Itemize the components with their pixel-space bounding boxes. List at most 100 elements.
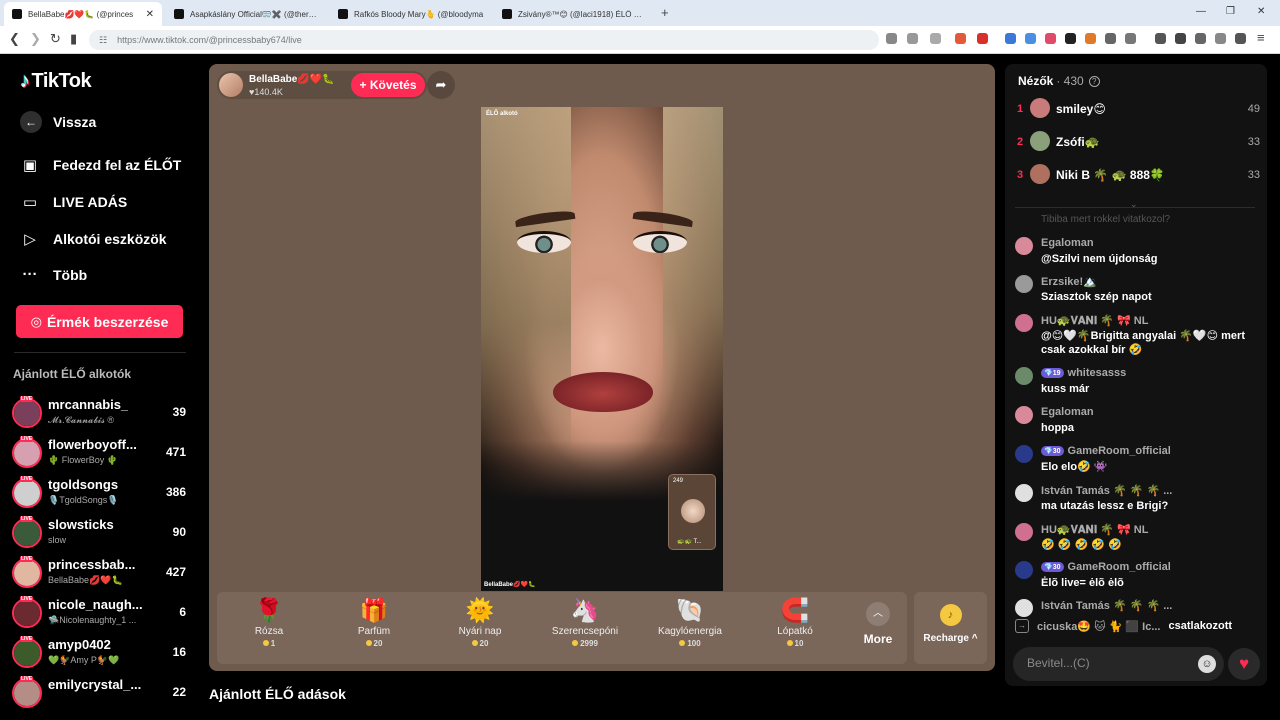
avatar[interactable] xyxy=(1015,484,1033,502)
avatar[interactable] xyxy=(1015,406,1033,424)
avatar[interactable] xyxy=(1015,445,1033,463)
back-icon[interactable]: ❮ xyxy=(9,31,20,47)
extension-icon[interactable] xyxy=(1025,33,1036,44)
emoji-icon[interactable]: ☺ xyxy=(1198,655,1216,673)
rewards-icon[interactable] xyxy=(977,33,988,44)
chat-input[interactable] xyxy=(1027,656,1187,670)
gift-item-shell-energy[interactable]: 🐚 Kagylóenergia 100 xyxy=(645,596,735,660)
maximize-icon[interactable]: ❐ xyxy=(1226,6,1235,17)
viewers-header: Nézők · 430 ? xyxy=(1018,74,1100,88)
follow-button[interactable]: + Követés xyxy=(351,73,425,97)
extension-icon[interactable] xyxy=(1195,33,1206,44)
chat-username[interactable]: HU🐢𝐕𝐀𝐍𝐈 🌴 🎀 NL xyxy=(1041,523,1148,537)
chat-username[interactable]: Egaloman xyxy=(1041,237,1094,249)
creator-item[interactable]: LIVE nicole_naugh... 🛸Nicolenaughty_1 ..… xyxy=(12,596,188,632)
chat-username[interactable]: 💎30 GameRoom_official xyxy=(1041,445,1171,457)
chat-text: @Szilvi nem újdonság xyxy=(1041,253,1158,265)
forward-icon[interactable]: ❯ xyxy=(30,31,41,47)
live-badge: LIVE xyxy=(20,636,34,642)
extension-icon[interactable] xyxy=(1085,33,1096,44)
creator-item[interactable]: LIVE mrcannabis_ 𝓜𝓻.𝓒𝓪𝓷𝓷𝓪𝓫𝓲𝓼 ® 39 xyxy=(12,396,188,432)
avatar[interactable] xyxy=(1015,275,1033,293)
nav-more[interactable]: ··· Több xyxy=(20,266,88,283)
heart-icon[interactable]: ♥ xyxy=(1228,648,1260,680)
chat-username[interactable]: Erzsike!🏔️ xyxy=(1041,275,1097,288)
browser-tab-active[interactable]: BellaBabe💋❤️🐛 (@princes ✕ xyxy=(4,2,162,26)
gift-item-summer-sun[interactable]: 🌞 Nyári nap 20 xyxy=(435,596,525,660)
chat-text: Ėlõ live= ėlõ ėlõ xyxy=(1041,577,1124,589)
extension-icon[interactable] xyxy=(1065,33,1076,44)
top-viewer-row[interactable]: 2 Zsófi🐢 33 xyxy=(1015,130,1260,156)
close-tab-icon[interactable]: ✕ xyxy=(146,9,154,20)
extension-icon[interactable] xyxy=(1105,33,1116,44)
join-notification: → cicuska🤩 🐱 🐈 ⬛ Ic... csatlakozott xyxy=(1015,619,1260,633)
help-icon[interactable]: ? xyxy=(1088,75,1100,87)
avatar[interactable] xyxy=(1015,314,1033,332)
chat-username[interactable]: István Tamás 🌴 🌴 🌴 ... xyxy=(1041,599,1172,612)
browser-tab[interactable]: Asapkáslány Official🥽✖️ (@theresa xyxy=(166,2,328,26)
translate-icon[interactable] xyxy=(1005,33,1016,44)
sidebar-toggle-icon[interactable] xyxy=(1175,33,1186,44)
close-window-icon[interactable]: ✕ xyxy=(1257,6,1265,17)
extension-icon[interactable] xyxy=(1045,33,1056,44)
gifter-badge: 💎30 xyxy=(1041,562,1064,572)
gift-item-perfume[interactable]: 🎁 Parfüm 20 xyxy=(329,596,419,660)
top-viewer-row[interactable]: 3 Niki B 🌴 🐢 888🍀 33 xyxy=(1015,163,1260,189)
share-icon[interactable]: ➦ xyxy=(427,71,455,99)
avatar[interactable] xyxy=(1015,237,1033,255)
gift-item-rose[interactable]: 🌹 Rózsa 1 xyxy=(224,596,314,660)
creator-item[interactable]: LIVE amyp0402 💚🐓Amy P🐓💚 16 xyxy=(12,636,188,672)
top-viewer-row[interactable]: 1 smiley😊 49 xyxy=(1015,97,1260,123)
tiktok-logo[interactable]: ♪ TikTok xyxy=(20,70,92,93)
avatar[interactable] xyxy=(1015,599,1033,617)
host-avatar[interactable] xyxy=(219,73,243,97)
more-gifts-button[interactable]: ︿ More xyxy=(855,598,901,646)
browser-tab[interactable]: Zsivány®™😊 (@laci1918) ÉLŐ adás xyxy=(494,2,654,26)
nav-explore-live[interactable]: ▣ Fedezd fel az ÉLŐT xyxy=(20,156,181,174)
guest-preview[interactable]: 249 🐢🐢 T... xyxy=(668,474,716,550)
chevron-down-icon[interactable]: ⌄ xyxy=(1130,199,1138,210)
minimize-icon[interactable]: — xyxy=(1196,6,1206,17)
gift-item-lucky-pony[interactable]: 🦄 Szerencsepóni 2999 xyxy=(540,596,630,660)
extension-icon[interactable] xyxy=(886,33,897,44)
media-icon[interactable] xyxy=(1155,33,1166,44)
site-info-icon[interactable]: ☷ xyxy=(99,35,107,46)
url-field[interactable]: ☷ https://www.tiktok.com/@princessbaby67… xyxy=(89,30,879,50)
reload-icon[interactable]: ↻ xyxy=(50,31,61,47)
chat-username[interactable]: Egaloman xyxy=(1041,406,1094,418)
avatar[interactable] xyxy=(1015,523,1033,541)
chat-username[interactable]: 💎30 GameRoom_official xyxy=(1041,561,1171,573)
gift-item-horseshoe[interactable]: 🧲 Lópatkó 10 xyxy=(750,596,840,660)
chat-username[interactable]: 💎19 whitesasss xyxy=(1041,367,1126,379)
creator-item[interactable]: LIVE princessbab... BellaBabe💋❤️🐛 427 xyxy=(12,556,188,592)
browser-tab[interactable]: Rafkós Bloody Mary🫰 (@bloodyma xyxy=(330,2,492,26)
tiktok-favicon-icon xyxy=(174,9,184,19)
new-tab-button[interactable]: + xyxy=(661,5,669,20)
back-button[interactable]: ← Vissza xyxy=(20,111,96,133)
viewers-divider[interactable]: ⌄ xyxy=(1015,199,1255,209)
avatar[interactable] xyxy=(1015,367,1033,385)
creator-item[interactable]: LIVE tgoldsongs 🎙️TgoldSongs🎙️ 386 xyxy=(12,476,188,512)
get-coins-button[interactable]: ◎ Érmék beszerzése xyxy=(16,305,183,338)
creator-item[interactable]: LIVE emilycrystal_... 22 xyxy=(12,676,188,712)
share-page-icon[interactable] xyxy=(930,33,941,44)
brave-shield-icon[interactable] xyxy=(955,33,966,44)
chat-username[interactable]: HU🐢𝐕𝐀𝐍𝐈 🌴 🎀 NL xyxy=(1041,314,1148,328)
avatar[interactable] xyxy=(1015,561,1033,579)
extension-icon[interactable] xyxy=(1215,33,1226,44)
zoom-icon[interactable] xyxy=(907,33,918,44)
recharge-button[interactable]: ♪ Recharge ^ xyxy=(914,592,987,664)
creator-item[interactable]: LIVE flowerboyoff... 🌵 FlowerBoy 🌵 471 xyxy=(12,436,188,472)
host-name[interactable]: BellaBabe💋❤️🐛 xyxy=(249,74,335,85)
creator-item[interactable]: LIVE slowsticks slow 90 xyxy=(12,516,188,552)
join-username[interactable]: cicuska🤩 🐱 🐈 ⬛ Ic... xyxy=(1037,620,1161,633)
menu-icon[interactable]: ≡ xyxy=(1257,30,1265,45)
extension-icon[interactable] xyxy=(1125,33,1136,44)
nav-creator-tools[interactable]: ▷ Alkotói eszközök xyxy=(20,230,166,248)
chat-username[interactable]: István Tamás 🌴 🌴 🌴 ... xyxy=(1041,484,1172,497)
nav-live-broadcast[interactable]: ▭ LIVE ADÁS xyxy=(20,193,127,211)
avatar xyxy=(1030,131,1050,151)
bookmark-icon[interactable]: ▮ xyxy=(70,31,77,47)
host-info[interactable]: BellaBabe💋❤️🐛 ♥140.4K + Követés xyxy=(217,71,427,99)
vpn-icon[interactable] xyxy=(1235,33,1246,44)
